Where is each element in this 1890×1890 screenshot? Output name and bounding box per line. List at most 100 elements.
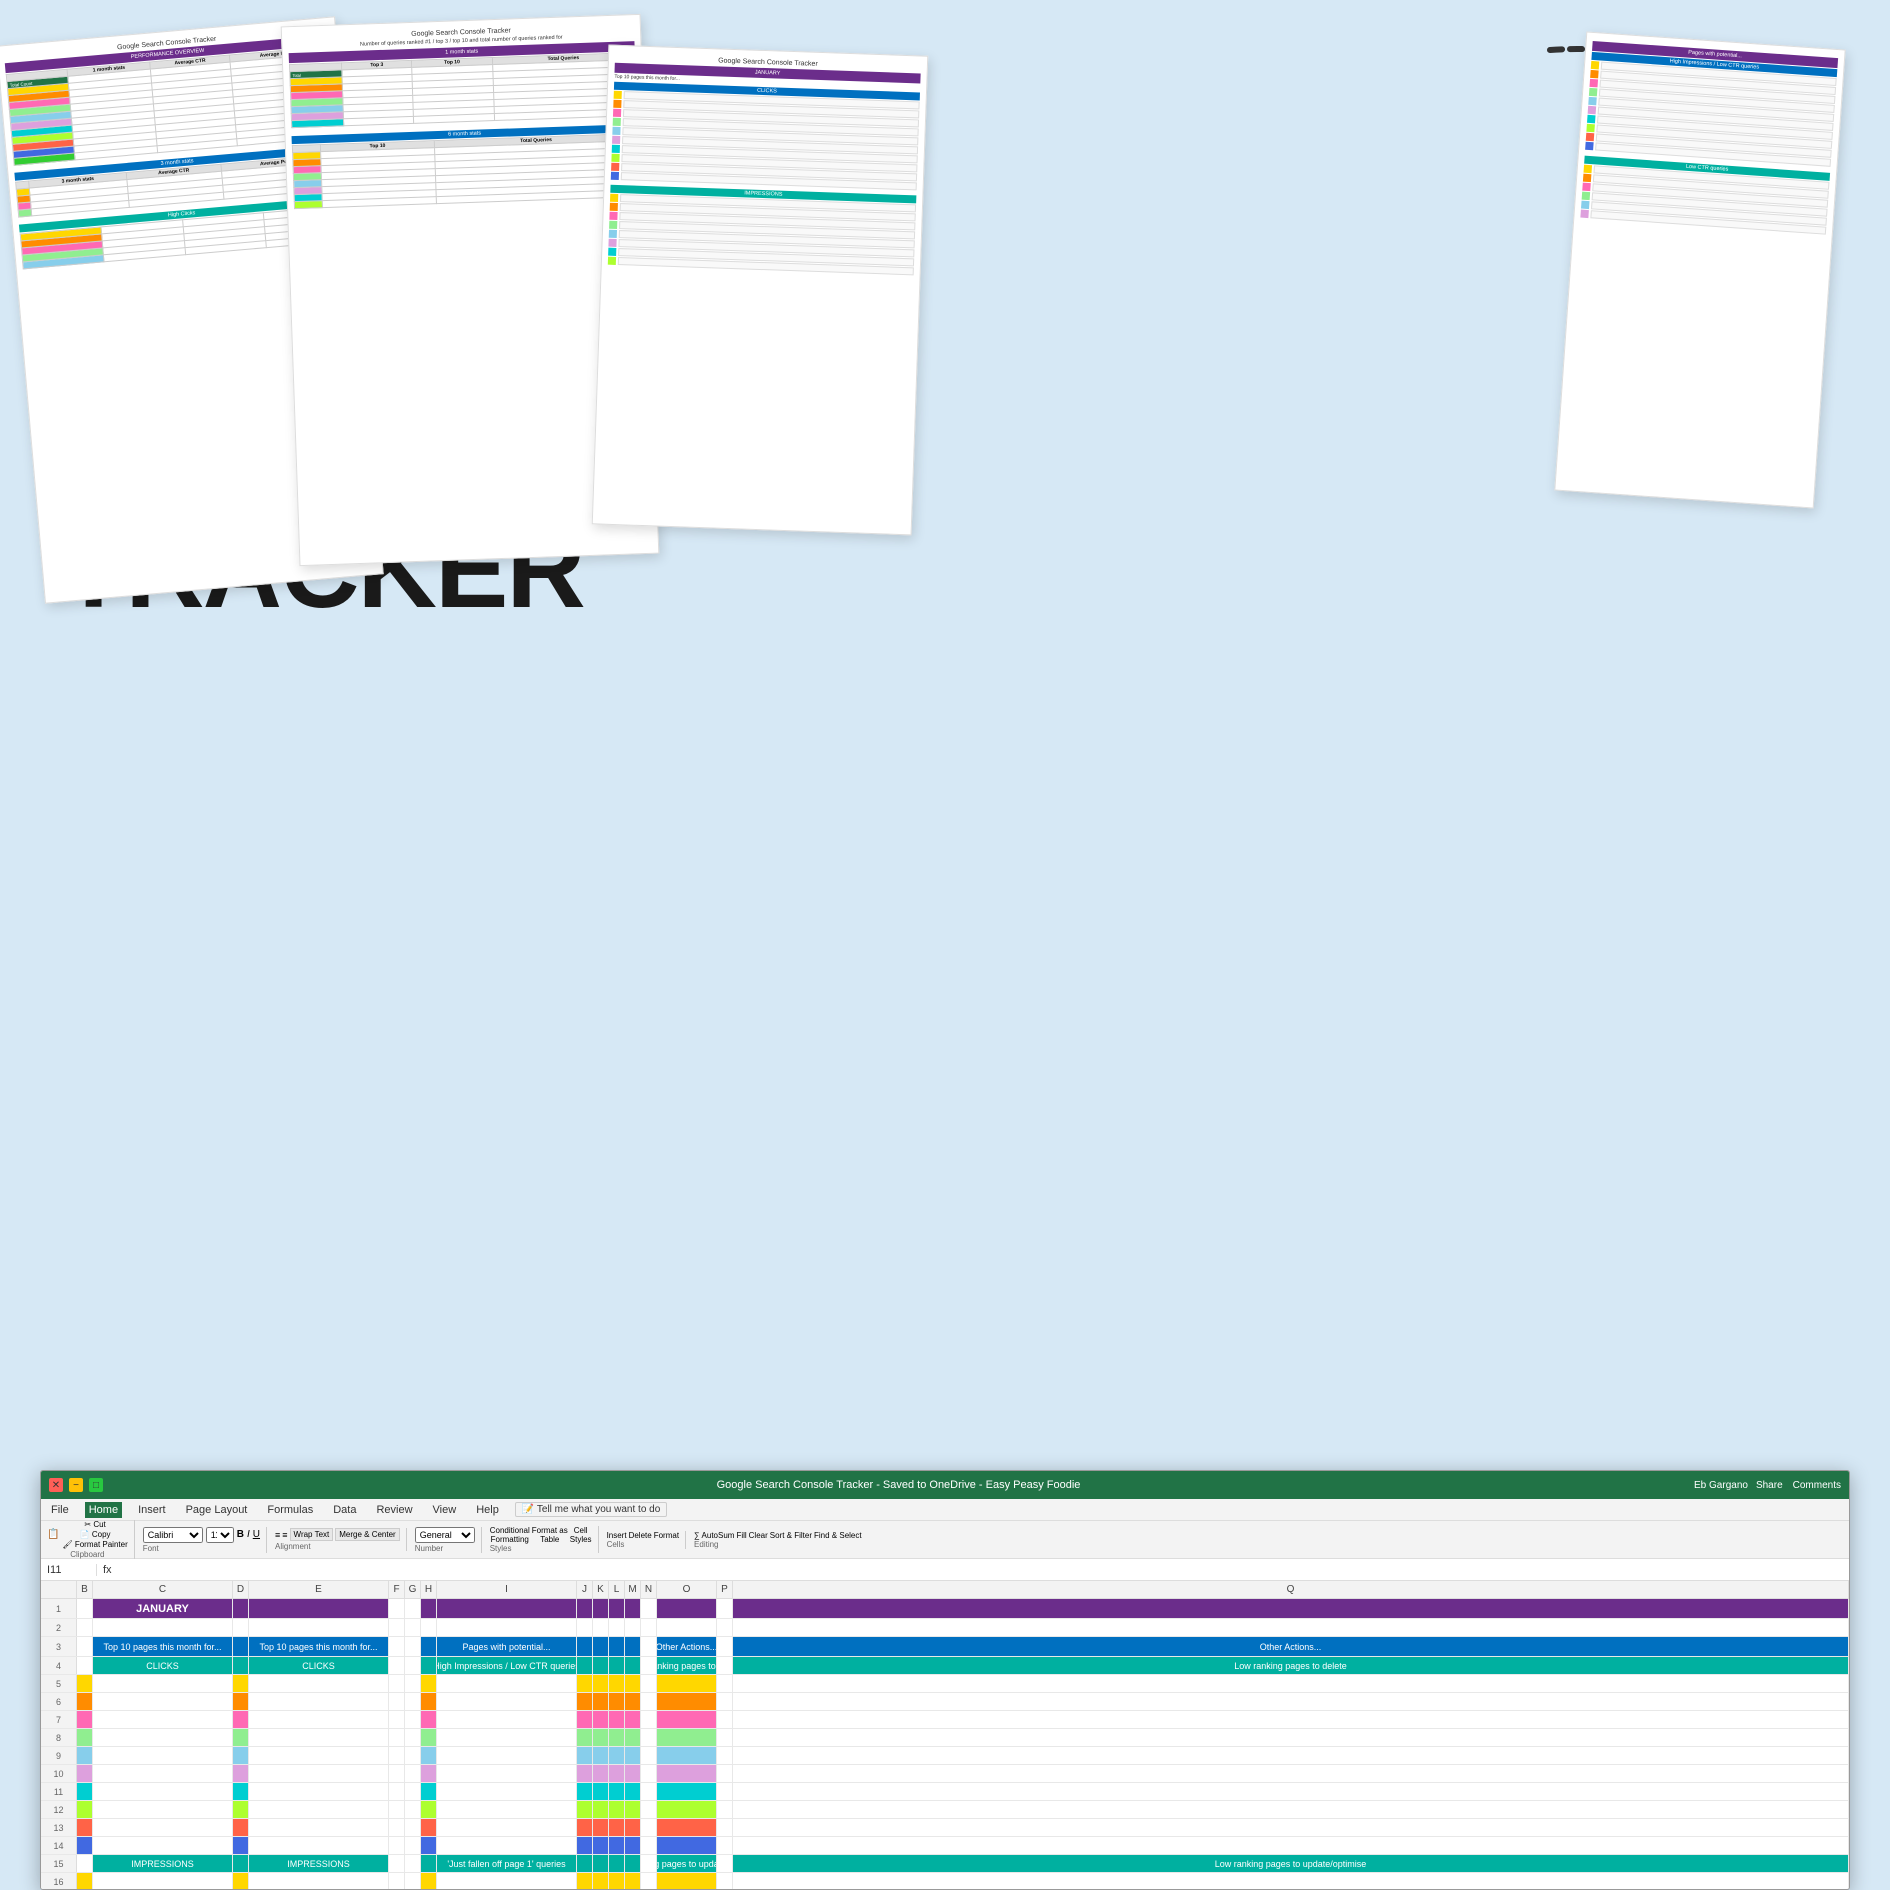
excel-window: ✕ − □ Google Search Console Tracker - Sa… bbox=[40, 1470, 1850, 1890]
col-header-i[interactable]: I bbox=[437, 1581, 577, 1598]
data-rows-container: 5 6 bbox=[41, 1675, 1849, 1855]
wrap-text-btn[interactable]: Wrap Text bbox=[290, 1528, 334, 1541]
paste-btn[interactable]: 📋 bbox=[47, 1520, 59, 1549]
menu-view[interactable]: View bbox=[429, 1502, 461, 1518]
copy-btn[interactable]: 📄 Copy bbox=[62, 1530, 127, 1539]
col-header-o[interactable]: O bbox=[657, 1581, 717, 1598]
table-row: 16 bbox=[41, 1873, 1849, 1890]
row-num-header-cell bbox=[41, 1581, 77, 1598]
table-row: 11 bbox=[41, 1783, 1849, 1801]
table-row: 9 bbox=[41, 1747, 1849, 1765]
col-header-p[interactable]: P bbox=[717, 1581, 733, 1598]
menu-page-layout[interactable]: Page Layout bbox=[182, 1502, 252, 1518]
excel-formulabar: I11 fx bbox=[41, 1559, 1849, 1581]
win-maximize-btn[interactable]: □ bbox=[89, 1478, 103, 1492]
col-header-d[interactable]: D bbox=[233, 1581, 249, 1598]
cut-btn[interactable]: ✂ Cut bbox=[62, 1520, 127, 1529]
font-size-select[interactable]: 11 bbox=[206, 1527, 234, 1543]
table-row: 5 bbox=[41, 1675, 1849, 1693]
grid-body: 1 JANUARY 2 bbox=[41, 1599, 1849, 1890]
conditional-format-btn[interactable]: ConditionalFormatting bbox=[490, 1526, 530, 1544]
cell-reference[interactable]: I11 bbox=[47, 1564, 97, 1576]
col-header-e[interactable]: E bbox=[249, 1581, 389, 1598]
table-row: 7 bbox=[41, 1711, 1849, 1729]
col-header-c[interactable]: C bbox=[93, 1581, 233, 1598]
clipboard-label: Clipboard bbox=[70, 1550, 104, 1559]
low-ranking-header: Low ranking pages to delete bbox=[657, 1657, 717, 1674]
table-row: 1 JANUARY bbox=[41, 1599, 1849, 1619]
table-row: 10 bbox=[41, 1765, 1849, 1783]
data-rows-container2: 16 17 bbox=[41, 1873, 1849, 1890]
col-header-j[interactable]: J bbox=[577, 1581, 593, 1598]
col-header-m[interactable]: M bbox=[625, 1581, 641, 1598]
menu-help[interactable]: Help bbox=[472, 1502, 503, 1518]
bold-btn[interactable]: B bbox=[237, 1529, 244, 1540]
font-select[interactable]: Calibri bbox=[143, 1527, 203, 1543]
share-btn[interactable]: Share bbox=[1756, 1480, 1783, 1491]
impressions-header: IMPRESSIONS bbox=[93, 1855, 233, 1872]
styles-label: Styles bbox=[490, 1544, 592, 1553]
excel-titlebar: ✕ − □ Google Search Console Tracker - Sa… bbox=[41, 1471, 1849, 1499]
menu-file[interactable]: File bbox=[47, 1502, 73, 1518]
win-minimize-btn[interactable]: − bbox=[69, 1478, 83, 1492]
italic-btn[interactable]: I bbox=[247, 1529, 250, 1540]
excel-menubar: File Home Insert Page Layout Formulas Da… bbox=[41, 1499, 1849, 1521]
format-painter-btn[interactable]: 🖌 Format Painter bbox=[62, 1540, 127, 1549]
table-row: 6 bbox=[41, 1693, 1849, 1711]
autosum-btn[interactable]: ∑ AutoSum bbox=[694, 1531, 734, 1540]
col-header-l[interactable]: L bbox=[609, 1581, 625, 1598]
menu-home[interactable]: Home bbox=[85, 1502, 122, 1518]
formula-input[interactable] bbox=[118, 1564, 1843, 1576]
menu-tell-me[interactable]: 📝 Tell me what you want to do bbox=[515, 1502, 667, 1517]
high-impressions-header: High Impressions / Low CTR queries bbox=[437, 1657, 577, 1674]
sort-filter-btn[interactable]: Sort & Filter bbox=[770, 1531, 812, 1540]
fill-btn[interactable]: Fill bbox=[736, 1531, 746, 1540]
cell-styles-btn[interactable]: CellStyles bbox=[570, 1526, 592, 1544]
col-header-k[interactable]: K bbox=[593, 1581, 609, 1598]
format-as-table-btn[interactable]: Format asTable bbox=[532, 1526, 568, 1544]
editing-label: Editing bbox=[694, 1540, 862, 1549]
sheet-january-paper: Google Search Console Tracker JANUARY To… bbox=[592, 45, 929, 536]
excel-title: Google Search Console Tracker - Saved to… bbox=[103, 1479, 1694, 1491]
table-row: 2 bbox=[41, 1619, 1849, 1637]
format-cells-btn[interactable]: Format bbox=[654, 1531, 679, 1540]
menu-formulas[interactable]: Formulas bbox=[263, 1502, 317, 1518]
col-header-b[interactable]: B bbox=[77, 1581, 93, 1598]
impressions-section-row: 15 IMPRESSIONS IMPRESSIONS 'Just fallen … bbox=[41, 1855, 1849, 1873]
col-header-g[interactable]: G bbox=[405, 1581, 421, 1598]
cells-label: Cells bbox=[607, 1540, 679, 1549]
font-label: Font bbox=[143, 1544, 260, 1553]
low-ranking-update-header: Low ranking pages to update/optimise bbox=[657, 1855, 717, 1872]
align-center-btn[interactable]: ≡ bbox=[282, 1530, 287, 1540]
col-header-q[interactable]: Q bbox=[733, 1581, 1849, 1598]
underline-btn[interactable]: U bbox=[253, 1529, 260, 1540]
table-row: 4 CLICKS CLICKS High Impressions / Low C… bbox=[41, 1657, 1849, 1675]
clear-btn[interactable]: Clear bbox=[749, 1531, 768, 1540]
section-other-actions: Other Actions... bbox=[657, 1637, 717, 1656]
col-header-h[interactable]: H bbox=[421, 1581, 437, 1598]
formula-fx: fx bbox=[103, 1564, 112, 1576]
menu-review[interactable]: Review bbox=[372, 1502, 416, 1518]
find-select-btn[interactable]: Find & Select bbox=[814, 1531, 862, 1540]
menu-insert[interactable]: Insert bbox=[134, 1502, 170, 1518]
sheet-right-paper: Pages with potential... High Impressions… bbox=[1554, 31, 1845, 508]
col-header-n[interactable]: N bbox=[641, 1581, 657, 1598]
table-row: 13 bbox=[41, 1819, 1849, 1837]
column-headers: B C D E F G H I J K L M N O P Q bbox=[41, 1581, 1849, 1599]
delete-cells-btn[interactable]: Delete bbox=[629, 1531, 652, 1540]
insert-cells-btn[interactable]: Insert bbox=[607, 1531, 627, 1540]
january-title: JANUARY bbox=[93, 1599, 233, 1618]
section-top10-header: Top 10 pages this month for... bbox=[93, 1637, 233, 1656]
alignment-label: Alignment bbox=[275, 1542, 400, 1551]
win-close-btn[interactable]: ✕ bbox=[49, 1478, 63, 1492]
number-format-select[interactable]: General bbox=[415, 1527, 475, 1543]
comments-btn[interactable]: Comments bbox=[1793, 1480, 1841, 1491]
number-label: Number bbox=[415, 1544, 475, 1553]
merge-center-btn[interactable]: Merge & Center bbox=[335, 1528, 399, 1541]
align-left-btn[interactable]: ≡ bbox=[275, 1530, 280, 1540]
col-header-f[interactable]: F bbox=[389, 1581, 405, 1598]
clicks-header: CLICKS bbox=[93, 1657, 233, 1674]
excel-user: Eb Gargano bbox=[1694, 1480, 1748, 1491]
table-row: 8 bbox=[41, 1729, 1849, 1747]
menu-data[interactable]: Data bbox=[329, 1502, 360, 1518]
